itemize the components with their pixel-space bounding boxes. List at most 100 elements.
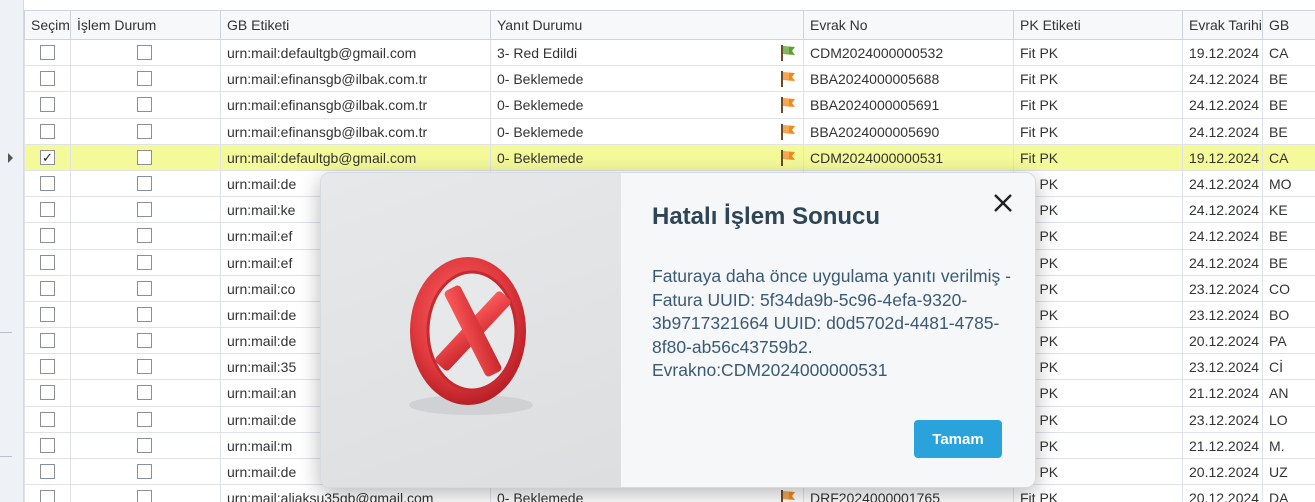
- cell-gb[interactable]: AN: [1262, 380, 1315, 407]
- cell-evrak-no[interactable]: CDM2024000000532: [803, 40, 1013, 66]
- select-checkbox[interactable]: [40, 97, 55, 113]
- cell-evrak-no[interactable]: BBA2024000005690: [803, 118, 1013, 145]
- cell-evrak-no[interactable]: BBA2024000005688: [803, 66, 1013, 93]
- col-evrak-no-header[interactable]: Evrak No: [803, 11, 1013, 40]
- cell-gb[interactable]: CA: [1262, 40, 1315, 66]
- cell-gb[interactable]: BE: [1262, 92, 1315, 119]
- cell-yanit-durumu[interactable]: 0- Beklemede: [490, 66, 803, 93]
- cell-pk-etiketi[interactable]: Fit PK: [1013, 170, 1182, 197]
- select-checkbox[interactable]: [40, 228, 55, 244]
- cell-evrak-tarihi[interactable]: 21.12.2024: [1182, 432, 1262, 459]
- table-row[interactable]: urn:mail:defaultgb@gmail.com 3- Red Edild…: [24, 40, 1315, 67]
- islem-durum-checkbox[interactable]: [137, 254, 152, 270]
- cell-gb-etiketi[interactable]: urn:mail:efinansgb@ilbak.com.tr: [220, 66, 490, 93]
- cell-evrak-tarihi[interactable]: 24.12.2024: [1182, 223, 1262, 250]
- cell-pk-etiketi[interactable]: Fit PK: [1013, 432, 1182, 459]
- select-checkbox[interactable]: ✓: [40, 149, 55, 165]
- islem-durum-checkbox[interactable]: [137, 280, 152, 296]
- cell-evrak-tarihi[interactable]: 24.12.2024: [1182, 249, 1262, 276]
- cell-evrak-tarihi[interactable]: 20.12.2024: [1182, 328, 1262, 355]
- cell-pk-etiketi[interactable]: Fit PK: [1013, 223, 1182, 250]
- close-icon[interactable]: [989, 189, 1017, 217]
- islem-durum-checkbox[interactable]: [137, 97, 152, 113]
- col-gb-etiketi-header[interactable]: GB Etiketi: [220, 11, 490, 40]
- cell-evrak-tarihi[interactable]: 24.12.2024: [1182, 66, 1262, 93]
- islem-durum-checkbox[interactable]: [137, 71, 152, 87]
- cell-evrak-no[interactable]: CDM2024000000531: [803, 144, 1013, 171]
- cell-gb[interactable]: KE: [1262, 197, 1315, 224]
- select-checkbox[interactable]: [40, 306, 55, 322]
- islem-durum-checkbox[interactable]: [137, 411, 152, 427]
- select-checkbox[interactable]: [40, 385, 55, 401]
- table-row[interactable]: ✓ urn:mail:defaultgb@gmail.com 0- Beklemed…: [8, 144, 1315, 171]
- cell-gb[interactable]: BE: [1262, 118, 1315, 145]
- cell-gb-etiketi[interactable]: urn:mail:defaultgb@gmail.com: [220, 40, 490, 66]
- cell-gb[interactable]: BE: [1262, 223, 1315, 250]
- col-gb-header[interactable]: GB: [1262, 11, 1315, 40]
- islem-durum-checkbox[interactable]: [137, 385, 152, 401]
- cell-pk-etiketi[interactable]: Fit PK: [1013, 249, 1182, 276]
- cell-pk-etiketi[interactable]: Fit PK: [1013, 40, 1182, 66]
- cell-yanit-durumu[interactable]: 0- Beklemede: [490, 92, 803, 119]
- cell-pk-etiketi[interactable]: Fit PK: [1013, 118, 1182, 145]
- islem-durum-checkbox[interactable]: [137, 45, 152, 60]
- islem-durum-checkbox[interactable]: [137, 464, 152, 479]
- cell-yanit-durumu[interactable]: 0- Beklemede: [490, 144, 803, 171]
- cell-evrak-tarihi[interactable]: 20.12.2024: [1182, 485, 1262, 502]
- cell-gb[interactable]: DA: [1262, 485, 1315, 502]
- col-pk-etiketi-header[interactable]: PK Etiketi: [1013, 11, 1182, 40]
- cell-pk-etiketi[interactable]: Fit PK: [1013, 144, 1182, 171]
- islem-durum-checkbox[interactable]: [137, 437, 152, 453]
- cell-gb[interactable]: LO: [1262, 406, 1315, 433]
- cell-evrak-tarihi[interactable]: 24.12.2024: [1182, 92, 1262, 119]
- cell-gb-etiketi[interactable]: urn:mail:defaultgb@gmail.com: [220, 144, 490, 171]
- select-checkbox[interactable]: [40, 175, 55, 191]
- cell-evrak-tarihi[interactable]: 23.12.2024: [1182, 275, 1262, 302]
- col-secim-header[interactable]: Seçim: [24, 11, 70, 40]
- cell-evrak-no[interactable]: BBA2024000005691: [803, 92, 1013, 119]
- cell-gb[interactable]: M.: [1262, 432, 1315, 459]
- select-checkbox[interactable]: [40, 490, 55, 502]
- select-checkbox[interactable]: [40, 71, 55, 87]
- cell-gb[interactable]: MO: [1262, 170, 1315, 197]
- cell-gb[interactable]: CA: [1262, 144, 1315, 171]
- cell-pk-etiketi[interactable]: Fit PK: [1013, 92, 1182, 119]
- select-checkbox[interactable]: [40, 411, 55, 427]
- islem-durum-checkbox[interactable]: [137, 149, 152, 165]
- cell-gb[interactable]: PA: [1262, 328, 1315, 355]
- col-yanit-durumu-header[interactable]: Yanıt Durumu: [490, 11, 803, 40]
- cell-evrak-tarihi[interactable]: 24.12.2024: [1182, 197, 1262, 224]
- select-checkbox[interactable]: [40, 202, 55, 218]
- col-islem-durum-header[interactable]: İşlem Durum: [70, 11, 220, 40]
- cell-pk-etiketi[interactable]: Fit PK: [1013, 275, 1182, 302]
- ok-button[interactable]: Tamam: [914, 420, 1002, 458]
- islem-durum-checkbox[interactable]: [137, 490, 152, 502]
- cell-gb[interactable]: UZ: [1262, 459, 1315, 485]
- islem-durum-checkbox[interactable]: [137, 202, 152, 218]
- cell-gb[interactable]: BE: [1262, 249, 1315, 276]
- cell-gb[interactable]: BE: [1262, 66, 1315, 93]
- select-checkbox[interactable]: [40, 280, 55, 296]
- cell-evrak-tarihi[interactable]: 19.12.2024: [1182, 40, 1262, 66]
- col-evrak-tarihi-header[interactable]: Evrak Tarihi: [1182, 11, 1262, 40]
- cell-evrak-tarihi[interactable]: 23.12.2024: [1182, 354, 1262, 381]
- cell-gb[interactable]: BO: [1262, 301, 1315, 328]
- cell-evrak-tarihi[interactable]: 19.12.2024: [1182, 144, 1262, 171]
- cell-gb-etiketi[interactable]: urn:mail:efinansgb@ilbak.com.tr: [220, 118, 490, 145]
- select-checkbox[interactable]: [40, 254, 55, 270]
- cell-pk-etiketi[interactable]: Fit PK: [1013, 328, 1182, 355]
- table-row[interactable]: urn:mail:efinansgb@ilbak.com.tr 0- Beklem…: [24, 118, 1315, 145]
- cell-evrak-tarihi[interactable]: 24.12.2024: [1182, 118, 1262, 145]
- select-checkbox[interactable]: [40, 45, 55, 60]
- islem-durum-checkbox[interactable]: [137, 359, 152, 375]
- islem-durum-checkbox[interactable]: [137, 228, 152, 244]
- cell-pk-etiketi[interactable]: Fit PK: [1013, 459, 1182, 485]
- cell-gb-etiketi[interactable]: urn:mail:efinansgb@ilbak.com.tr: [220, 92, 490, 119]
- islem-durum-checkbox[interactable]: [137, 123, 152, 139]
- cell-evrak-tarihi[interactable]: 24.12.2024: [1182, 170, 1262, 197]
- select-checkbox[interactable]: [40, 437, 55, 453]
- select-checkbox[interactable]: [40, 359, 55, 375]
- select-checkbox[interactable]: [40, 333, 55, 349]
- table-row[interactable]: urn:mail:efinansgb@ilbak.com.tr 0- Beklem…: [24, 66, 1315, 93]
- table-row[interactable]: urn:mail:efinansgb@ilbak.com.tr 0- Beklem…: [24, 92, 1315, 119]
